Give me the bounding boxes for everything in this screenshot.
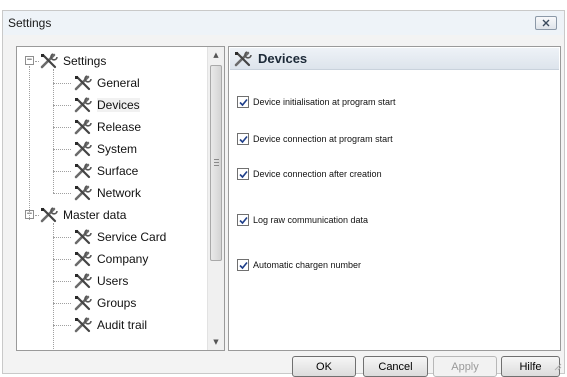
checkbox[interactable] [237, 259, 249, 271]
tree-item-label: Network [97, 186, 142, 200]
details-header: Devices [230, 48, 559, 70]
checkbox[interactable] [237, 96, 249, 108]
option-label: Log raw communication data [253, 215, 369, 225]
resize-grip-icon[interactable] [552, 361, 562, 371]
tree-connector [53, 303, 71, 304]
option-label: Device connection at program start [253, 134, 393, 144]
tree-scrollbar[interactable]: ▲ ▼ [207, 47, 224, 350]
tree-item-label: Audit trail [97, 318, 148, 332]
tree-item-release[interactable]: Release [73, 117, 141, 137]
tree-item-label: Groups [97, 296, 137, 310]
settings-dialog: Settings − Settings General Devices Release S… [2, 10, 565, 377]
tree-item-master-data[interactable]: Master data [39, 205, 126, 225]
tools-icon [74, 97, 92, 113]
checkmark-icon [238, 98, 248, 106]
tools-icon [74, 119, 92, 135]
close-icon [542, 19, 550, 27]
tree-item-label: System [97, 142, 138, 156]
window-title: Settings [8, 16, 52, 30]
tools-icon [74, 317, 92, 333]
tree-item-general[interactable]: General [73, 73, 140, 93]
tree-item-label: Settings [63, 54, 107, 68]
scroll-down-button[interactable]: ▼ [208, 334, 224, 350]
tree-item-users[interactable]: Users [73, 271, 128, 291]
tree-connector [53, 237, 71, 238]
tools-icon [74, 295, 92, 311]
tree-item-groups[interactable]: Groups [73, 293, 136, 313]
option-log-raw-communication[interactable]: Log raw communication data [237, 213, 368, 227]
tree-item-service-card[interactable]: Service Card [73, 227, 166, 247]
checkmark-icon [238, 135, 248, 143]
option-device-connection-start[interactable]: Device connection at program start [237, 132, 393, 146]
checkmark-icon [238, 170, 248, 178]
tree-connector [53, 223, 54, 350]
grip-line [214, 162, 219, 163]
details-title: Devices [258, 51, 308, 66]
tree-item-settings[interactable]: Settings [39, 51, 106, 71]
tree-connector [53, 281, 71, 282]
tools-icon [74, 229, 92, 245]
tree-connector [29, 66, 30, 220]
tree-connector [53, 171, 71, 172]
tree-item-surface[interactable]: Surface [73, 161, 138, 181]
tree-connector [53, 259, 71, 260]
details-panel: Devices Device initialisation at program… [228, 46, 561, 351]
checkbox[interactable] [237, 133, 249, 145]
grip-line [214, 159, 219, 160]
tree-content: − Settings General Devices Release System Surf… [17, 47, 207, 350]
tree-connector [53, 83, 71, 84]
arrow-up-icon: ▲ [213, 51, 219, 59]
grip-line [214, 165, 219, 166]
checkmark-icon [238, 216, 248, 224]
option-label: Device connection after creation [253, 169, 382, 179]
checkmark-icon [238, 261, 248, 269]
tree-item-audit-trail[interactable]: Audit trail [73, 315, 147, 335]
tree-item-label: Company [97, 252, 149, 266]
arrow-down-icon: ▼ [213, 338, 219, 346]
scroll-thumb[interactable] [210, 65, 222, 261]
tools-icon [40, 207, 58, 223]
checkbox[interactable] [237, 168, 249, 180]
tree-connector [53, 127, 71, 128]
tree-item-company[interactable]: Company [73, 249, 148, 269]
tree-item-system[interactable]: System [73, 139, 137, 159]
tree-item-label: Devices [97, 98, 140, 112]
tree-connector [53, 193, 71, 194]
tree-item-label: Release [97, 120, 142, 134]
tree-connector [53, 69, 54, 193]
tools-icon [74, 251, 92, 267]
tree-expander[interactable]: − [25, 56, 34, 65]
option-label: Automatic chargen number [253, 260, 362, 270]
option-device-initialisation[interactable]: Device initialisation at program start [237, 95, 396, 109]
tools-icon [74, 163, 92, 179]
tools-icon [74, 141, 92, 157]
option-automatic-chargen[interactable]: Automatic chargen number [237, 258, 361, 272]
settings-tree[interactable]: − Settings General Devices Release System Surf… [16, 46, 225, 351]
tree-item-devices[interactable]: Devices [73, 95, 140, 115]
tree-item-label: Master data [63, 208, 127, 222]
tools-icon [234, 50, 252, 66]
tools-icon [74, 273, 92, 289]
title-bar: Settings [3, 11, 564, 35]
tree-item-label: Surface [97, 164, 139, 178]
tree-connector [53, 325, 71, 326]
tools-icon [40, 53, 58, 69]
tree-item-network[interactable]: Network [73, 183, 141, 203]
tree-connector [53, 149, 71, 150]
tree-item-label: Users [97, 274, 129, 288]
close-button[interactable] [535, 16, 557, 30]
tree-item-label: Service Card [97, 230, 167, 244]
scroll-up-button[interactable]: ▲ [208, 47, 224, 63]
tools-icon [74, 185, 92, 201]
tools-icon [74, 75, 92, 91]
checkbox[interactable] [237, 214, 249, 226]
option-label: Device initialisation at program start [253, 97, 396, 107]
option-device-connection-creation[interactable]: Device connection after creation [237, 167, 382, 181]
tree-item-label: General [97, 76, 140, 90]
tree-connector [53, 105, 71, 106]
